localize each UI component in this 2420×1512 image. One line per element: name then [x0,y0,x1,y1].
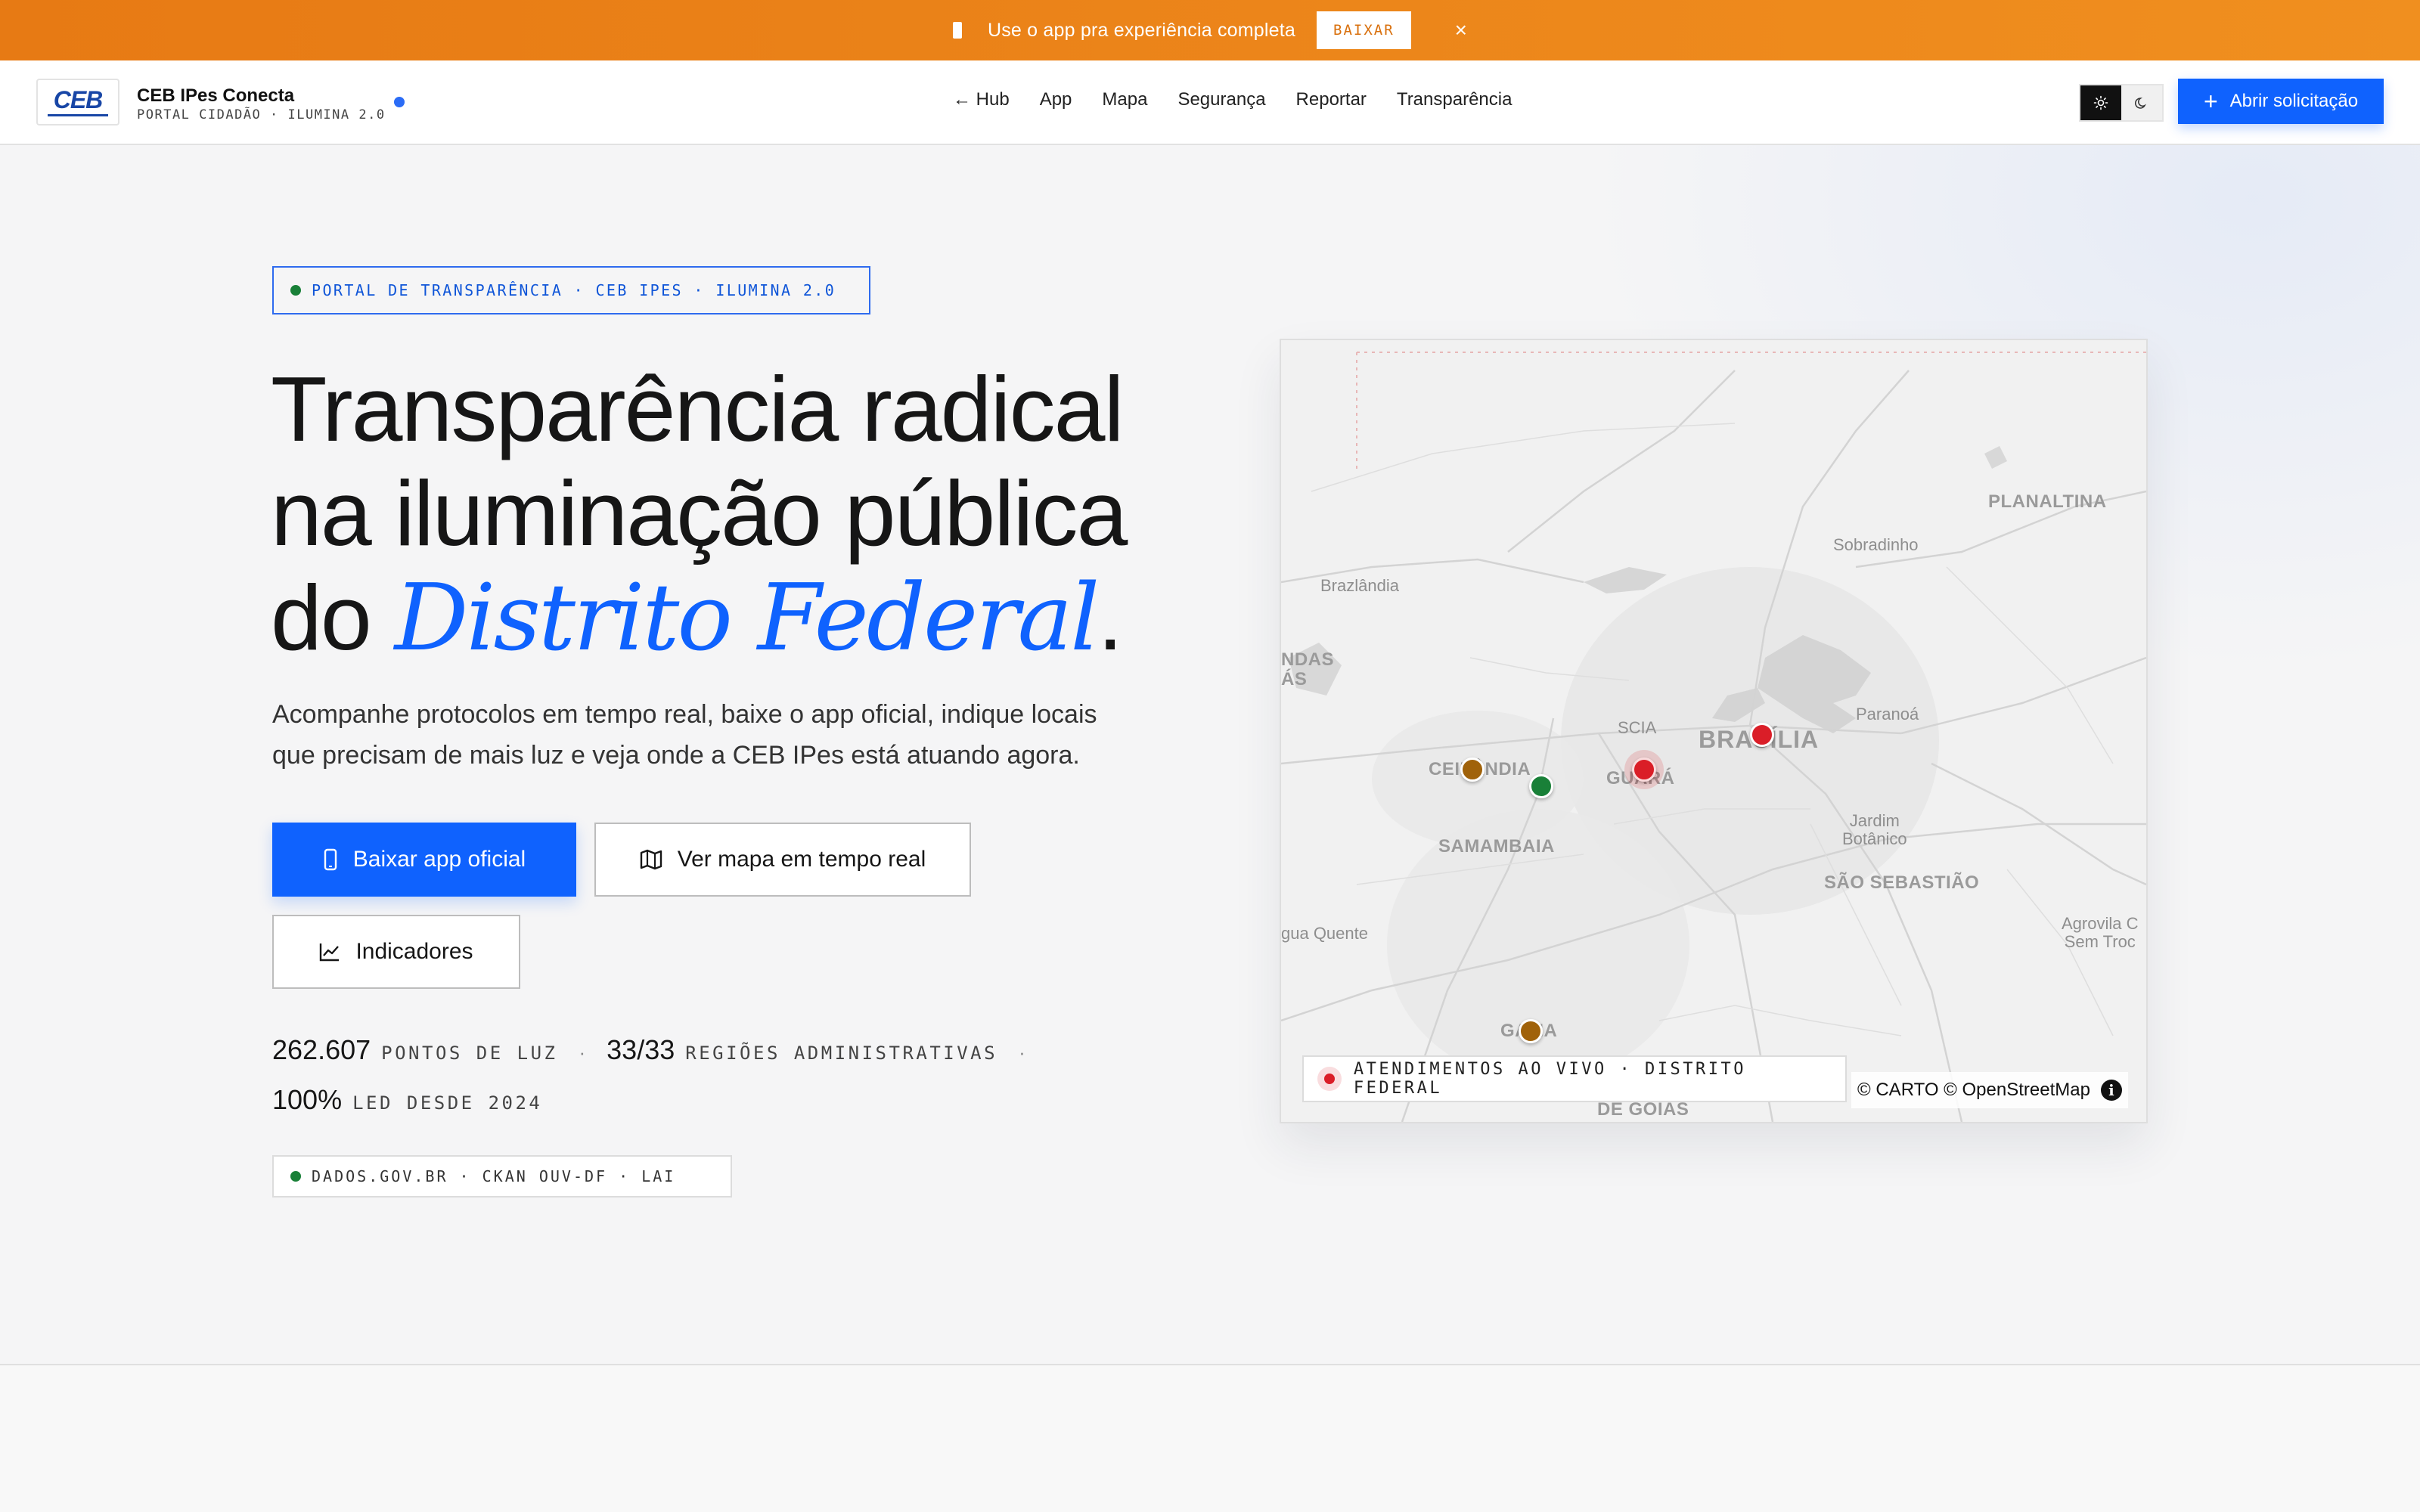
map-label-agua-quente: gua Quente [1281,924,1368,943]
data-sources-badge: DADOS.GOV.BR · CKAN OUV-DF · LAI [272,1155,732,1198]
download-official-app-button[interactable]: Baixar app oficial [272,823,576,897]
realtime-map-label: Ver mapa em tempo real [677,847,926,872]
led-label: LED DESDE 2024 [352,1092,543,1114]
logo-underline [48,114,108,116]
plus-icon: + [2203,88,2218,115]
line-chart-icon [320,943,340,962]
app-promo-banner: Use o app pra experiência completa BAIXA… [0,0,2420,60]
theme-toggle [2079,84,2164,122]
nav-transparencia[interactable]: Transparência [1397,89,1512,110]
page-title: Transparência radical na iluminação públ… [271,357,1254,670]
map-label-jardim-botanico: Jardim Botânico [1842,811,1907,848]
map-label-aguas-lindas: NDAS ÁS [1281,649,1335,689]
dark-theme-button[interactable] [2121,85,2162,120]
nav-seguranca[interactable]: Segurança [1177,89,1265,110]
map-label-samambaia: SAMAMBAIA [1438,836,1555,857]
download-app-button[interactable]: BAIXAR [1317,11,1411,49]
portal-tag: PORTAL DE TRANSPARÊNCIA · CEB IPES · ILU… [272,266,870,314]
map-label-de-goias: DE GOIÁS [1597,1099,1689,1120]
ceb-logo[interactable]: CEB [36,79,119,125]
headline-line1: Transparência radical [271,358,1125,460]
open-request-label: Abrir solicitação [2229,91,2359,111]
attribution-text[interactable]: © CARTO © OpenStreetMap [1857,1080,2090,1101]
nav-app[interactable]: App [1040,89,1072,110]
map-marker[interactable] [1624,750,1664,789]
brand-subtitle: PORTAL CIDADÃO · ILUMINA 2.0 [137,107,386,122]
regions-label: REGIÕES ADMINISTRATIVAS [685,1043,998,1064]
close-icon[interactable]: × [1455,20,1467,41]
map-label-planaltina: PLANALTINA [1988,491,2107,512]
data-sources-text: DADOS.GOV.BR · CKAN OUV-DF · LAI [312,1167,676,1185]
map-label-sao-sebastiao: SÃO SEBASTIÃO [1824,872,1980,893]
stat-separator: · [1019,1041,1025,1064]
headline-line2: na iluminação pública [271,462,1128,565]
map-marker[interactable] [1460,758,1485,782]
light-points-value: 262.607 [272,1034,371,1065]
phone-icon [952,22,962,39]
map-label-scia: SCIA [1618,718,1657,737]
nav-mapa[interactable]: Mapa [1102,89,1147,110]
map-icon [640,849,662,870]
map-marker[interactable] [1529,774,1553,798]
headline-suffix: . [1097,566,1123,669]
light-points-label: PONTOS DE LUZ [381,1043,558,1064]
map-marker[interactable] [1519,1019,1543,1043]
realtime-map-button[interactable]: Ver mapa em tempo real [594,823,971,897]
logo-text: CEB [53,86,104,113]
open-request-button[interactable]: + Abrir solicitação [2178,79,2384,124]
map-label-agrovila: Agrovila C Sem Troc [2062,914,2139,951]
brand-name: CEB IPes Conecta [137,85,295,106]
sun-icon [2093,95,2108,110]
nav-hub[interactable]: ← Hub [953,89,1010,110]
hero-description: Acompanhe protocolos em tempo real, baix… [272,700,1097,770]
nav-reportar[interactable]: Reportar [1296,89,1367,110]
download-official-app-label: Baixar app oficial [352,847,526,872]
live-status-text: ATENDIMENTOS AO VIVO · DISTRITO FEDERAL [1353,1060,1746,1098]
site-header: CEB CEB IPes Conecta PORTAL CIDADÃO · IL… [0,60,2420,145]
status-dot [290,285,301,296]
promo-text: Use o app pra experiência completa [987,19,1296,41]
status-dot [290,1171,301,1182]
map-label-paranoa: Paranoá [1856,705,1919,723]
info-icon[interactable]: i [2100,1080,2122,1101]
headline-prefix: do [271,566,395,669]
light-theme-button[interactable] [2080,85,2121,120]
key-stats: 262.607 PONTOS DE LUZ · 33/33 REGIÕES AD… [272,1034,1142,1134]
stat-separator: · [579,1041,586,1064]
main-nav: ← Hub App Mapa Segurança Reportar Transp… [953,89,1512,110]
status-dot [394,97,405,107]
regions-value: 33/33 [607,1034,675,1065]
map-label-brazlandia: Brazlândia [1320,576,1399,595]
stats-row-1: 262.607 PONTOS DE LUZ · 33/33 REGIÕES AD… [272,1034,1142,1084]
live-status-badge: ATENDIMENTOS AO VIVO · DISTRITO FEDERAL [1302,1055,1847,1102]
live-map[interactable]: PLANALTINA Sobradinho Brazlândia NDAS ÁS … [1280,339,2148,1123]
below-fold-area [0,1365,2420,1512]
map-marker[interactable] [1750,723,1774,747]
map-attribution: © CARTO © OpenStreetMap i [1851,1072,2128,1108]
map-label-sobradinho: Sobradinho [1833,535,1919,554]
indicators-label: Indicadores [355,939,473,964]
led-value: 100% [272,1084,343,1115]
stats-row-2: 100% LED DESDE 2024 [272,1084,1142,1134]
indicators-button[interactable]: Indicadores [272,915,520,989]
phone-icon [324,848,337,871]
portal-tag-text: PORTAL DE TRANSPARÊNCIA · CEB IPES · ILU… [312,281,836,299]
moon-icon [2135,98,2146,109]
headline-accent: Distrito Federal [394,564,1100,671]
live-dot [1317,1067,1342,1091]
